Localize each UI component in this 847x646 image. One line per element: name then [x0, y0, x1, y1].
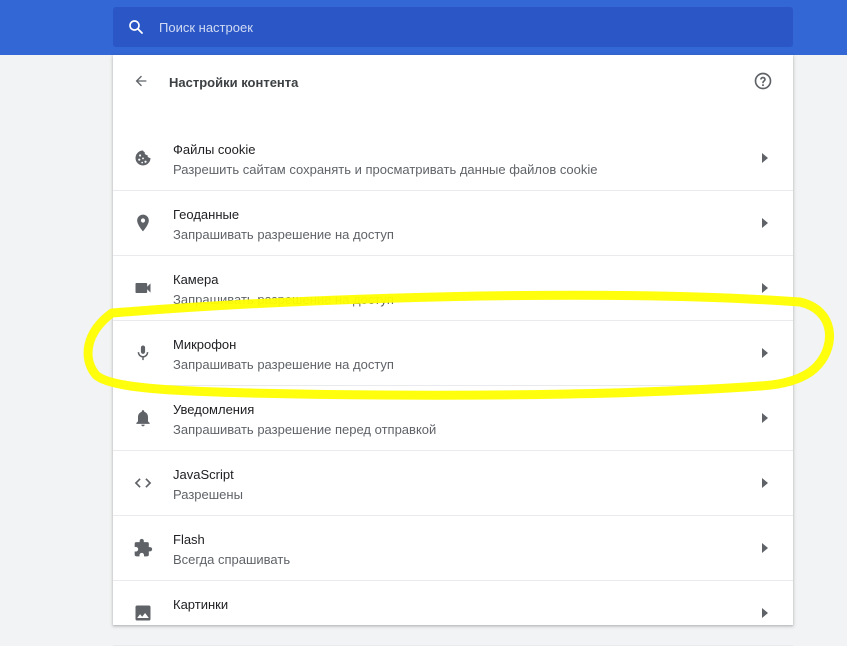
list-item-title: Файлы cookie [173, 142, 256, 157]
list-item-title: JavaScript [173, 467, 234, 482]
chevron-right-icon [761, 152, 769, 164]
help-button[interactable] [753, 71, 773, 96]
list-item-notifications[interactable]: Уведомления Запрашивать разрешение перед… [113, 386, 793, 451]
list-item-title: Картинки [173, 597, 229, 612]
list-item-subtitle: Разрешить сайтам сохранять и просматрива… [173, 162, 598, 177]
top-bar [0, 0, 847, 55]
bell-icon [133, 408, 153, 428]
chevron-right-icon [761, 347, 769, 359]
microphone-icon [133, 343, 153, 363]
search-icon [113, 18, 159, 36]
puzzle-icon [133, 538, 153, 558]
chevron-right-icon [761, 412, 769, 424]
list-item-subtitle: Запрашивать разрешение на доступ [173, 292, 394, 307]
list-item-images[interactable]: Картинки [113, 581, 793, 646]
settings-list: Файлы cookie Разрешить сайтам сохранять … [113, 126, 793, 646]
list-item-title: Камера [173, 272, 219, 287]
card-header: Настройки контента [113, 55, 793, 111]
chevron-right-icon [761, 607, 769, 619]
page-title: Настройки контента [169, 75, 299, 90]
list-item-camera[interactable]: Камера Запрашивать разрешение на доступ [113, 256, 793, 321]
back-button[interactable] [129, 71, 153, 95]
chevron-right-icon [761, 542, 769, 554]
image-icon [133, 603, 153, 623]
list-item-subtitle: Запрашивать разрешение на доступ [173, 357, 394, 372]
list-item-subtitle: Разрешены [173, 487, 243, 502]
arrow-back-icon [133, 73, 149, 94]
list-item-subtitle: Всегда спрашивать [173, 552, 291, 567]
list-item-subtitle: Запрашивать разрешение на доступ [173, 227, 394, 242]
list-item-subtitle: Запрашивать разрешение перед отправкой [173, 422, 437, 437]
list-item-javascript[interactable]: JavaScript Разрешены [113, 451, 793, 516]
list-item-microphone[interactable]: Микрофон Запрашивать разрешение на досту… [113, 321, 793, 386]
code-icon [133, 473, 153, 493]
list-item-title: Уведомления [173, 402, 255, 417]
camera-icon [133, 278, 153, 298]
chevron-right-icon [761, 477, 769, 489]
list-item-flash[interactable]: Flash Всегда спрашивать [113, 516, 793, 581]
chevron-right-icon [761, 217, 769, 229]
list-item-title: Геоданные [173, 207, 240, 222]
help-icon [753, 71, 773, 96]
search-box[interactable] [113, 7, 793, 47]
search-input[interactable] [159, 19, 759, 35]
content-settings-card: Настройки контента Файлы cookie Разрешит… [113, 55, 793, 646]
list-item-location[interactable]: Геоданные Запрашивать разрешение на дост… [113, 191, 793, 256]
list-item-cookies[interactable]: Файлы cookie Разрешить сайтам сохранять … [113, 126, 793, 191]
location-icon [133, 213, 153, 233]
list-item-title: Микрофон [173, 337, 237, 352]
cookie-icon [133, 148, 153, 168]
list-item-title: Flash [173, 532, 205, 547]
chevron-right-icon [761, 282, 769, 294]
